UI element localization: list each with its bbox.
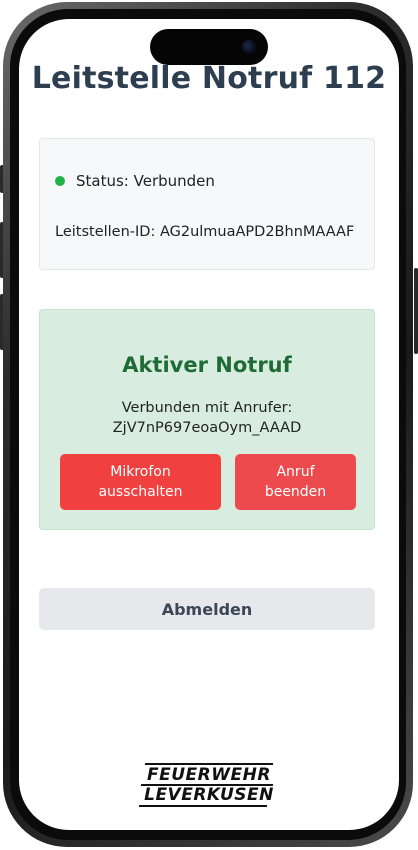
end-button-label-1: Anruf: [276, 464, 315, 480]
active-call-card: Aktiver Notruf Verbunden mit Anrufer: Zj…: [39, 309, 375, 530]
status-text: Status: Verbunden: [76, 172, 215, 190]
fire-department-logo: FEUERWEHR LEVERKUSEN: [138, 763, 279, 813]
mute-button-label-2: ausschalten: [98, 484, 183, 500]
phone-device: Leitstelle Notruf 112 Status: Verbunden …: [0, 0, 418, 850]
status-row: Status: Verbunden: [55, 172, 215, 190]
caller-id: ZjV7nP697eoaOym_AAAD: [112, 420, 302, 436]
logo-text-line-1: FEUERWEHR: [147, 765, 271, 785]
end-call-button[interactable]: Anruf beenden: [235, 454, 356, 510]
status-dot-icon: [55, 176, 65, 186]
end-button-label-2: beenden: [264, 484, 327, 500]
logout-button[interactable]: Abmelden: [39, 588, 375, 630]
power-button: [414, 268, 418, 354]
front-camera-icon: [242, 40, 256, 54]
dispatch-id: Leitstellen-ID: AG2ulmuaAPD2BhnMAAAF: [55, 224, 355, 240]
dynamic-island: [150, 29, 268, 65]
mute-button-label-1: Mikrofon: [110, 464, 171, 480]
logo-bar-bottom: [138, 805, 268, 807]
screen: Leitstelle Notruf 112 Status: Verbunden …: [19, 19, 399, 830]
active-call-title: Aktiver Notruf: [122, 353, 292, 377]
page-title: Leitstelle Notruf 112: [31, 61, 387, 96]
logo-text-line-2: LEVERKUSEN: [144, 785, 274, 805]
status-card: Status: Verbunden Leitstellen-ID: AG2ulm…: [39, 138, 375, 270]
mute-microphone-button[interactable]: Mikrofon ausschalten: [60, 454, 221, 510]
caller-info: Verbunden mit Anrufer: ZjV7nP697eoaOym_A…: [40, 398, 374, 438]
caller-label: Verbunden mit Anrufer:: [121, 400, 293, 416]
